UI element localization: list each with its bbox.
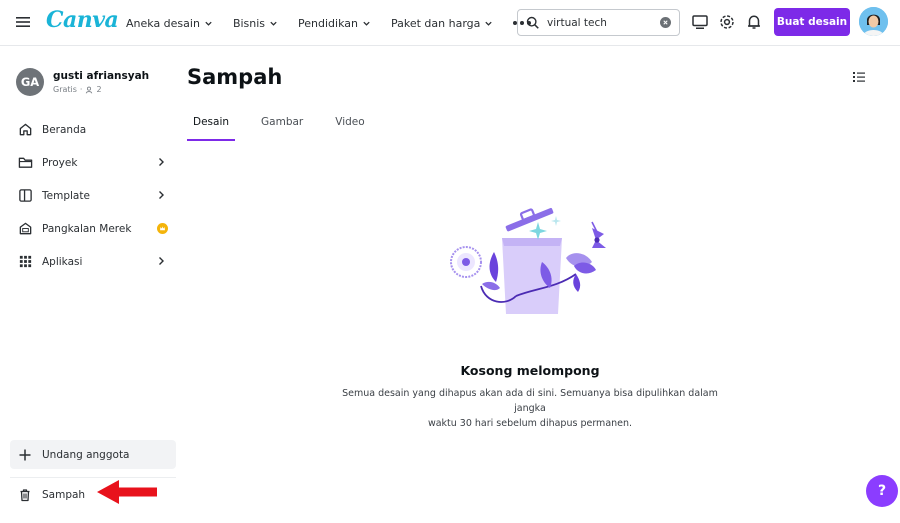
home-icon xyxy=(19,123,32,136)
crown-icon xyxy=(157,223,168,234)
person-icon xyxy=(86,86,93,94)
apps-icon xyxy=(19,255,32,268)
clear-search-icon[interactable] xyxy=(660,17,671,28)
chevron-right-icon xyxy=(159,257,164,265)
empty-state-title: Kosong melompong xyxy=(460,363,600,378)
sidebar-item-beranda[interactable]: Beranda xyxy=(10,113,176,146)
gear-icon[interactable] xyxy=(718,13,736,31)
menu-icon[interactable] xyxy=(14,13,32,31)
bell-icon[interactable] xyxy=(745,13,763,31)
sidebar-item-template[interactable]: Template xyxy=(10,179,176,212)
user-avatar[interactable] xyxy=(859,7,888,36)
chevron-down-icon xyxy=(363,21,370,26)
sidebar-item-proyek[interactable]: Proyek xyxy=(10,146,176,179)
sidebar-nav: Beranda Proyek Template Pangkalan Merek xyxy=(10,113,176,278)
account-name: gusti afriansyah xyxy=(53,70,150,82)
brand-icon xyxy=(19,222,32,235)
canva-logo[interactable]: Canva xyxy=(46,7,119,33)
main-nav: Aneka desain Bisnis Pendidikan Paket dan… xyxy=(126,0,532,46)
nav-paket-dan-harga[interactable]: Paket dan harga xyxy=(391,17,493,30)
content-tabs: Desain Gambar Video xyxy=(187,112,391,141)
help-button[interactable]: ? xyxy=(866,475,898,507)
list-view-icon[interactable] xyxy=(852,70,866,84)
invite-members-button[interactable]: Undang anggota xyxy=(10,440,176,469)
account-plan: Gratis xyxy=(53,85,77,94)
account-meta: Gratis · 2 xyxy=(53,85,102,94)
tab-gambar[interactable]: Gambar xyxy=(255,112,309,141)
account-avatar: GA xyxy=(16,68,44,96)
chevron-down-icon xyxy=(270,21,277,26)
search-bar[interactable] xyxy=(517,9,680,36)
empty-state-description: Semua desain yang dihapus akan ada di si… xyxy=(342,388,718,429)
empty-trash-illustration xyxy=(450,207,606,314)
search-input[interactable] xyxy=(547,16,657,29)
trash-icon xyxy=(20,488,30,501)
sidebar: GA gusti afriansyah Gratis · 2 Beranda P… xyxy=(0,47,185,523)
nav-bisnis[interactable]: Bisnis xyxy=(233,17,278,30)
page-title: Sampah xyxy=(187,65,283,89)
create-design-button[interactable]: Buat desain xyxy=(774,8,850,36)
search-icon xyxy=(526,16,539,29)
top-bar: Canva Aneka desain Bisnis Pendidikan Pak… xyxy=(0,0,900,46)
tab-desain[interactable]: Desain xyxy=(187,112,236,141)
template-icon xyxy=(19,189,32,202)
desktop-icon[interactable] xyxy=(691,13,709,31)
chevron-right-icon xyxy=(159,191,164,199)
member-count: 2 xyxy=(96,85,102,94)
sidebar-item-pangkalan-merek[interactable]: Pangkalan Merek xyxy=(10,212,176,245)
chevron-down-icon xyxy=(485,21,493,26)
plus-icon xyxy=(19,449,31,460)
annotation-arrow-icon xyxy=(97,480,157,504)
tab-video[interactable]: Video xyxy=(329,112,370,141)
sidebar-item-aplikasi[interactable]: Aplikasi xyxy=(10,245,176,278)
folder-icon xyxy=(18,157,33,168)
nav-aneka-desain[interactable]: Aneka desain xyxy=(126,17,213,30)
chevron-right-icon xyxy=(159,158,164,166)
account-switcher[interactable]: GA gusti afriansyah Gratis · 2 xyxy=(16,68,149,96)
chevron-down-icon xyxy=(205,21,212,26)
nav-pendidikan[interactable]: Pendidikan xyxy=(298,17,371,30)
